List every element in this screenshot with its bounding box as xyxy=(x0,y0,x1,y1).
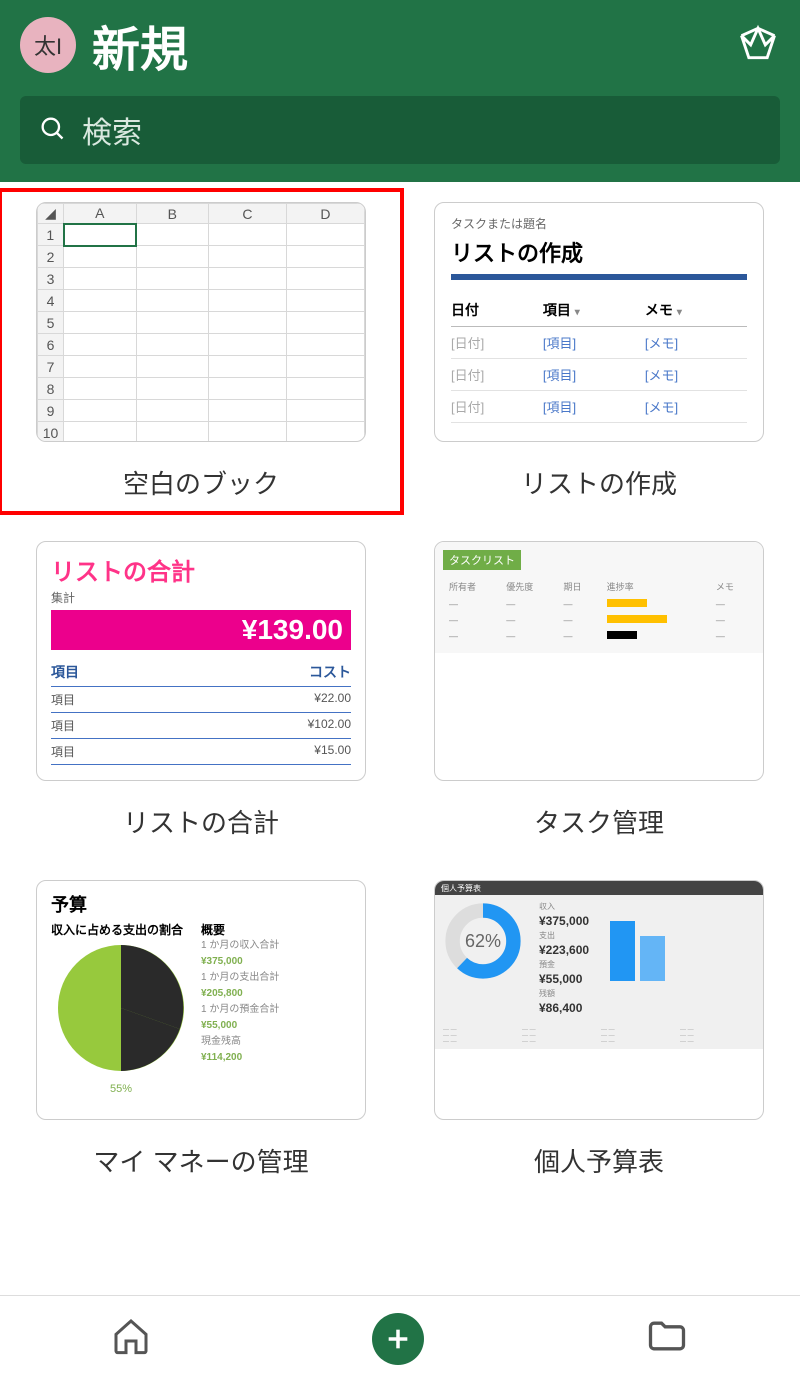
search-icon xyxy=(38,114,66,147)
template-caption: マイ マネーの管理 xyxy=(93,1142,308,1179)
template-blank-workbook[interactable]: ◢ABCD 1 2 3 4 5 6 7 8 9 10 空白のブック xyxy=(0,188,404,515)
template-personal-budget[interactable]: 個人予算表 62% 収入¥375,000 支出¥223,600 預金¥55,00… xyxy=(410,880,788,1179)
header: 太I 新規 検索 xyxy=(0,0,800,182)
template-caption: 空白のブック xyxy=(123,464,279,501)
template-caption: 個人予算表 xyxy=(534,1142,664,1179)
template-caption: リストの合計 xyxy=(123,803,279,840)
folder-icon[interactable] xyxy=(645,1314,689,1363)
search-placeholder: 検索 xyxy=(82,108,142,152)
bottom-nav xyxy=(0,1295,800,1381)
new-button[interactable] xyxy=(372,1313,424,1365)
template-list-total[interactable]: リストの合計 集計 ¥139.00 項目コスト 項目¥22.00 項目¥102.… xyxy=(12,541,390,840)
template-caption: タスク管理 xyxy=(534,803,664,840)
premium-icon[interactable] xyxy=(736,21,780,70)
template-list-create[interactable]: タスクまたは題名 リストの作成 日付項目 ▾メモ ▾ [日付][項目][メモ] … xyxy=(410,202,788,501)
page-title: 新規 xyxy=(92,10,720,80)
avatar[interactable]: 太I xyxy=(20,17,76,73)
home-icon[interactable] xyxy=(111,1316,151,1361)
template-grid: ◢ABCD 1 2 3 4 5 6 7 8 9 10 空白のブック タスクまたは… xyxy=(0,182,800,1279)
template-task-manage[interactable]: タスクリスト 所有者優先度期日進捗率メモ ———— ———— ———— タスク管… xyxy=(410,541,788,840)
search-input[interactable]: 検索 xyxy=(20,96,780,164)
template-my-money[interactable]: 予算 収入に占める支出の割合 55% 概要 1 か月の収入合計 ¥375,000… xyxy=(12,880,390,1179)
template-caption: リストの作成 xyxy=(521,464,677,501)
